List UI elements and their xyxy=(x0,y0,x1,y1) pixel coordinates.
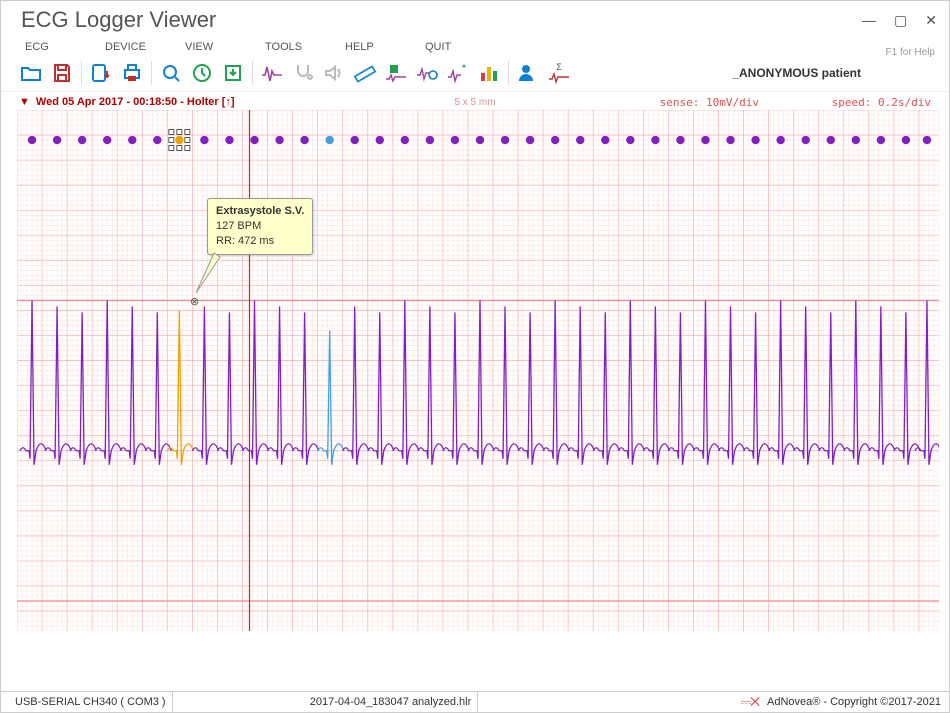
help-hint: F1 for Help xyxy=(886,47,935,58)
sigma-signal-button[interactable]: Σ xyxy=(545,59,573,87)
stats-button[interactable] xyxy=(475,59,503,87)
signal-zoom-button[interactable] xyxy=(413,59,441,87)
time-button[interactable] xyxy=(188,59,216,87)
menu-tools[interactable]: TOOLS xyxy=(265,41,345,53)
tooltip-rr: RR: 472 ms xyxy=(216,235,274,247)
toolbar-sep xyxy=(151,61,152,85)
signal-export-button[interactable] xyxy=(444,59,472,87)
open-folder-button[interactable] xyxy=(17,59,45,87)
status-copyright: AdNovea® - Copyright ©2017-2021 xyxy=(767,696,941,708)
app-window: { "title": "ECG Logger Viewer", "help_hi… xyxy=(0,0,950,713)
menu-view[interactable]: VIEW xyxy=(185,41,265,53)
marker-triangle-icon[interactable]: ▼ xyxy=(19,96,30,108)
sense-label: sense: 10mV/div xyxy=(660,96,759,109)
window-controls: — ▢ ✕ xyxy=(862,12,937,29)
plug-icon: ⎓✕ xyxy=(741,694,759,710)
app-title: ECG Logger Viewer xyxy=(21,7,216,33)
toolbar-sep xyxy=(252,61,253,85)
ruler-button[interactable] xyxy=(351,59,379,87)
speed-label: speed: 0.2s/div xyxy=(832,96,931,109)
grid-size-label: 5 x 5 mm xyxy=(454,97,495,108)
signal-button[interactable] xyxy=(258,59,286,87)
maximize-icon[interactable]: ▢ xyxy=(894,12,907,29)
tooltip-title: Extrasystole S.V. xyxy=(216,205,304,217)
download-button[interactable] xyxy=(219,59,247,87)
menu-help[interactable]: HELP xyxy=(345,41,425,53)
toolbar-sep xyxy=(81,61,82,85)
beat-tooltip: Extrasystole S.V. 127 BPM RR: 472 ms xyxy=(207,198,313,255)
tag-green-button[interactable] xyxy=(382,59,410,87)
menu-quit[interactable]: QUIT xyxy=(425,41,505,53)
titlebar: ECG Logger Viewer — ▢ ✕ xyxy=(1,1,949,39)
print-button[interactable] xyxy=(118,59,146,87)
patient-label: _ANONYMOUS patient xyxy=(732,66,861,80)
ecg-canvas xyxy=(17,110,939,631)
ecg-chart[interactable]: ⊗ Extrasystole S.V. 127 BPM RR: 472 ms xyxy=(17,110,939,685)
device-download-button[interactable] xyxy=(87,59,115,87)
menu-device[interactable]: DEVICE xyxy=(105,41,185,53)
recording-label: Wed 05 Apr 2017 - 00:18:50 - Holter [↑] xyxy=(36,96,235,108)
svg-text:Σ: Σ xyxy=(556,62,562,72)
statusbar: USB-SERIAL CH340 ( COM3 ) 2017-04-04_183… xyxy=(1,691,949,712)
save-button[interactable] xyxy=(48,59,76,87)
status-port: USB-SERIAL CH340 ( COM3 ) xyxy=(9,692,173,712)
toolbar: Σ _ANONYMOUS patient xyxy=(1,57,949,92)
zoom-button[interactable] xyxy=(157,59,185,87)
menu-ecg[interactable]: ECG xyxy=(25,41,105,53)
close-icon[interactable]: ✕ xyxy=(925,12,937,29)
sound-button[interactable] xyxy=(320,59,348,87)
stethoscope-button[interactable] xyxy=(289,59,317,87)
status-file: 2017-04-04_183047 analyzed.hlr xyxy=(304,692,478,712)
minimize-icon[interactable]: — xyxy=(862,12,876,28)
tooltip-bpm: 127 BPM xyxy=(216,220,261,232)
menubar: ECG DEVICE VIEW TOOLS HELP QUIT xyxy=(1,39,949,57)
toolbar-sep xyxy=(508,61,509,85)
patient-button[interactable] xyxy=(514,59,542,87)
strip-header: ▼ Wed 05 Apr 2017 - 00:18:50 - Holter [↑… xyxy=(1,92,949,110)
